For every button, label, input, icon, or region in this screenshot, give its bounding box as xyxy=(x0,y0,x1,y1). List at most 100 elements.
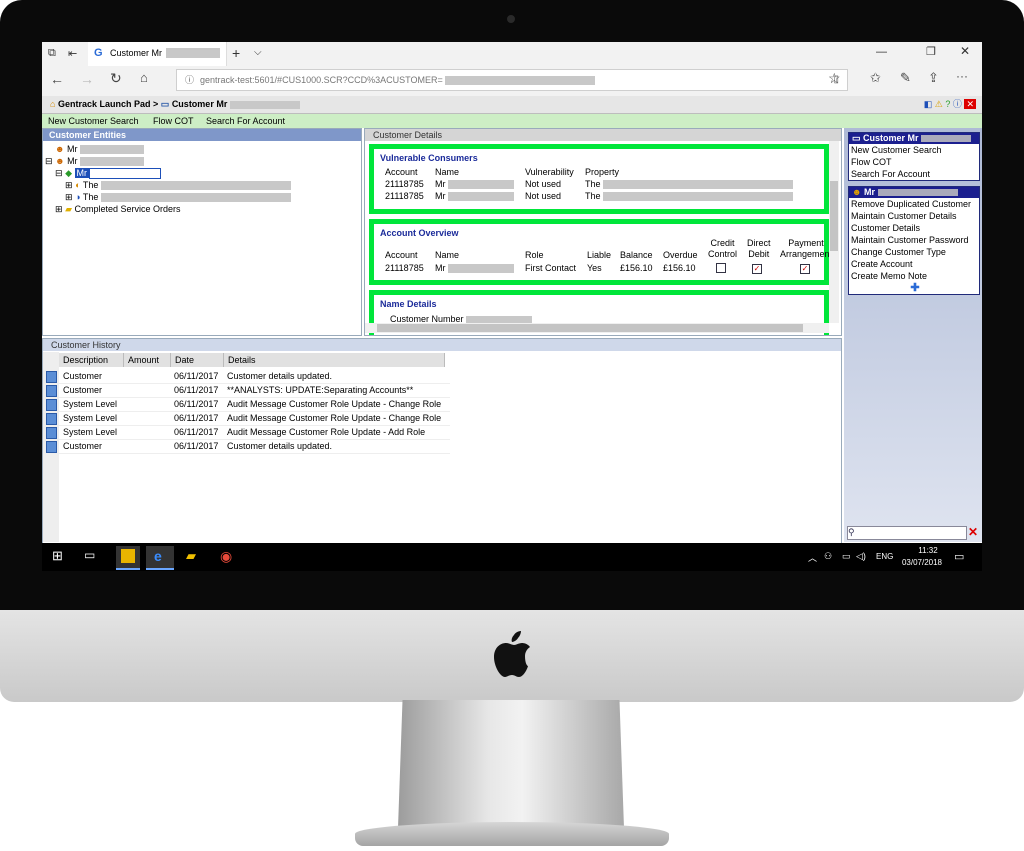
property-icon: ◑ xyxy=(75,192,81,202)
windows-start-icon[interactable]: ⊞ xyxy=(52,548,70,566)
expand-plus-icon[interactable]: ✚ xyxy=(849,282,979,294)
task-view-icon[interactable]: ▭ xyxy=(84,548,102,566)
forward-arrow-icon[interactable]: → xyxy=(80,71,94,87)
scrollbar-thumb[interactable] xyxy=(830,181,838,251)
collapse-icon[interactable]: ⊟ xyxy=(55,168,63,178)
table-row[interactable]: Customer 06/11/2017 Customer details updat… xyxy=(46,439,450,454)
breadcrumb-current[interactable]: Customer Mr xyxy=(172,99,228,109)
tree-node[interactable]: ☻ Mr xyxy=(43,143,361,155)
cell-name[interactable]: Mr xyxy=(435,191,515,202)
info-icon[interactable]: ⓘ xyxy=(953,99,962,109)
gentrack-favicon-icon: G xyxy=(94,47,103,59)
table-row[interactable]: System Level 06/11/2017 Audit Message Cust… xyxy=(46,397,450,412)
tab-menu-button[interactable]: ⌵ xyxy=(254,47,262,58)
link-maintain-customer-details[interactable]: Maintain Customer Details xyxy=(849,210,979,222)
refresh-icon[interactable]: ↻ xyxy=(110,70,122,87)
new-tab-button[interactable]: + xyxy=(232,45,240,61)
home-icon[interactable]: ⌂ xyxy=(140,70,148,85)
taskbar-app-edge[interactable]: e xyxy=(146,546,174,570)
link-customer-details[interactable]: Customer Details xyxy=(849,222,979,234)
clear-search-icon[interactable]: ✕ xyxy=(968,525,978,539)
link-flow-cot[interactable]: Flow COT xyxy=(849,156,979,168)
tree-node[interactable]: ⊞ ▰ Completed Service Orders xyxy=(43,203,361,215)
link-search-for-account[interactable]: Search For Account xyxy=(849,168,979,180)
tray-volume-icon[interactable]: ◁) xyxy=(856,551,866,562)
cell-account[interactable]: 21118785 xyxy=(385,191,424,201)
menu-new-customer-search[interactable]: New Customer Search xyxy=(48,114,139,128)
cell-property: The xyxy=(585,191,794,202)
restore-icon[interactable]: ❐ xyxy=(926,45,936,58)
cell-name[interactable]: Mr xyxy=(435,263,515,274)
close-icon[interactable]: ✕ xyxy=(960,44,970,58)
taskbar-app-outlook[interactable] xyxy=(116,546,140,570)
help-icon[interactable]: ? xyxy=(945,99,950,109)
warning-icon[interactable]: ⚠ xyxy=(935,99,943,109)
expand-icon[interactable]: ⊞ xyxy=(65,180,73,190)
link-create-account[interactable]: Create Account xyxy=(849,258,979,270)
direct-debit-checkbox[interactable]: ✓ xyxy=(752,263,762,274)
file-explorer-icon[interactable]: ▰ xyxy=(186,548,204,566)
cell-account[interactable]: 21118785 xyxy=(385,263,424,273)
favorites-icon[interactable]: ✩ xyxy=(870,70,881,86)
link-create-memo-note[interactable]: Create Memo Note xyxy=(849,270,979,282)
table-row[interactable]: System Level 06/11/2017 Audit Message Cust… xyxy=(46,425,450,440)
chrome-icon[interactable]: ◉ xyxy=(220,548,238,566)
search-input[interactable]: ⚲ xyxy=(847,526,967,540)
screen: ⧉ ⇤ G Customer Mr + ⌵ ← → ↻ ⌂ ⓘ gentrack-… xyxy=(42,42,982,571)
tree-node[interactable]: ⊟ ☻ Mr xyxy=(43,155,361,167)
layout-icon[interactable]: ◧ xyxy=(924,99,933,109)
clock-date[interactable]: 03/07/2018 xyxy=(898,558,946,567)
vertical-scrollbar[interactable] xyxy=(829,141,839,323)
menu-search-for-account[interactable]: Search For Account xyxy=(206,114,285,128)
cell-account[interactable]: 21118785 xyxy=(385,179,424,189)
clock-time[interactable]: 11:32 xyxy=(908,546,948,555)
payment-arrangement-checkbox[interactable]: ✓ xyxy=(800,263,810,274)
close-window-icon[interactable]: ✕ xyxy=(964,99,976,109)
vulnerable-consumers-section: Vulnerable Consumers Account Name Vulner… xyxy=(369,144,829,214)
column-header: Payment Arrangement xyxy=(780,238,833,259)
table-row[interactable]: Customer 06/11/2017 Customer details updat… xyxy=(46,369,450,384)
apple-logo-icon xyxy=(494,631,530,677)
language-indicator[interactable]: ENG xyxy=(876,552,893,561)
cell-overdue: £156.10 xyxy=(663,263,696,273)
column-header[interactable]: Details xyxy=(224,353,445,367)
tray-monitor-icon[interactable]: ▭ xyxy=(842,551,851,562)
tray-chevron-icon[interactable]: ︿ xyxy=(808,551,817,564)
table-row[interactable]: Customer 06/11/2017 **ANALYSTS: UPDATE:Sep… xyxy=(46,383,450,398)
share-icon[interactable]: ⇪ xyxy=(928,70,939,86)
pen-icon[interactable]: ✎ xyxy=(900,70,911,86)
back-arrow-icon[interactable]: ← xyxy=(50,71,64,87)
cell-name[interactable]: Mr xyxy=(435,179,515,190)
column-header[interactable]: Date xyxy=(171,353,224,367)
table-row[interactable]: System Level 06/11/2017 Audit Message Cust… xyxy=(46,411,450,426)
expand-icon[interactable]: ⊞ xyxy=(65,192,73,202)
launch-pad-link[interactable]: Gentrack Launch Pad xyxy=(58,99,151,109)
column-header[interactable]: Amount xyxy=(124,353,171,367)
more-button[interactable]: ··· xyxy=(956,69,968,83)
horizontal-scrollbar[interactable] xyxy=(365,323,829,333)
browser-tab[interactable]: G Customer Mr xyxy=(88,42,227,66)
link-remove-duplicated-customer[interactable]: Remove Duplicated Customer xyxy=(849,198,979,210)
expand-icon[interactable]: ⊞ xyxy=(55,204,63,214)
menu-flow-cot[interactable]: Flow COT xyxy=(153,114,194,128)
redacted-address xyxy=(603,180,794,190)
tray-network-icon[interactable]: ⚇ xyxy=(824,551,832,562)
link-maintain-customer-password[interactable]: Maintain Customer Password xyxy=(849,234,979,246)
collapse-icon[interactable]: ⊟ xyxy=(45,156,53,166)
minimize-icon[interactable]: — xyxy=(876,46,887,58)
scrollbar-thumb[interactable] xyxy=(377,324,803,332)
link-change-customer-type[interactable]: Change Customer Type xyxy=(849,246,979,258)
column-header[interactable]: Description xyxy=(59,353,124,367)
link-new-customer-search[interactable]: New Customer Search xyxy=(849,144,979,156)
set-aside-tabs-icon[interactable]: ⇤ xyxy=(68,47,77,60)
column-header: Liable xyxy=(587,250,612,260)
tree-node[interactable]: ⊞ ◐ The xyxy=(43,179,361,191)
tab-list-icon[interactable]: ⧉ xyxy=(48,47,56,60)
tab-title: Customer Mr xyxy=(110,48,163,58)
notifications-icon[interactable]: ▭ xyxy=(954,550,964,563)
favorite-star-icon[interactable]: ☆ xyxy=(828,70,841,87)
tree-node-selected[interactable]: ⊟ ◆ Mr xyxy=(43,167,361,180)
tree-node[interactable]: ⊞ ◑ The xyxy=(43,191,361,203)
address-bar[interactable]: ⓘ gentrack-test:5601/#CUS1000.SCR?CCD%3AC… xyxy=(176,69,848,91)
credit-control-checkbox[interactable] xyxy=(716,263,726,275)
